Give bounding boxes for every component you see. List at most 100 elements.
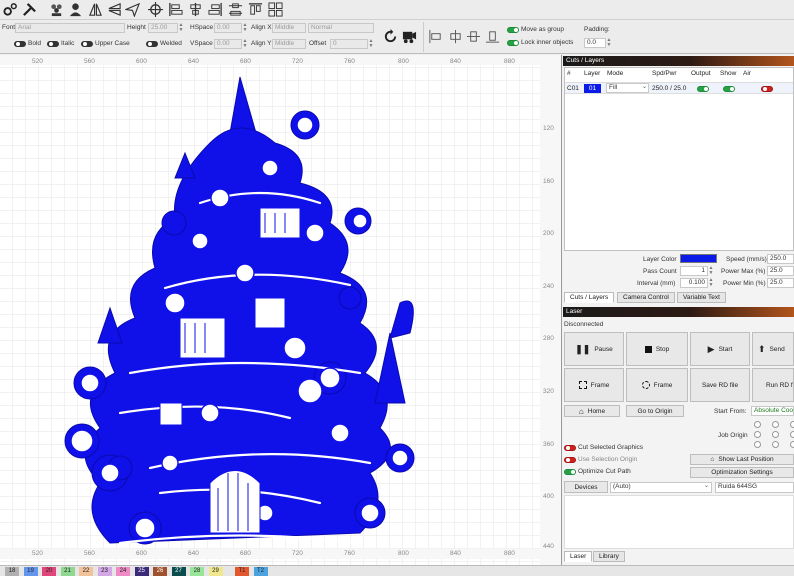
palette-swatch-20[interactable]: 20 <box>42 567 56 576</box>
align-center-icon[interactable] <box>188 2 203 17</box>
welded-toggle[interactable] <box>146 41 158 47</box>
bold-toggle[interactable] <box>14 41 26 47</box>
job-origin-radio-mr[interactable] <box>790 431 794 438</box>
palette-swatch-26[interactable]: 26 <box>153 567 167 576</box>
power-min-input[interactable]: 25.0 <box>767 278 794 288</box>
palette-swatch-19[interactable]: 19 <box>23 567 38 576</box>
gear-cluster-icon[interactable] <box>3 2 18 17</box>
palette-swatch-22[interactable]: 22 <box>79 567 93 576</box>
layer-color-swatch[interactable] <box>680 254 717 263</box>
interval-input[interactable]: 0.100 <box>680 278 708 288</box>
grid-icon[interactable] <box>268 2 283 17</box>
vspace-input[interactable]: 0.00 <box>214 39 242 49</box>
align-top-icon[interactable] <box>248 2 263 17</box>
tab-camera-control[interactable]: Camera Control <box>617 292 675 303</box>
align-right-icon[interactable] <box>208 2 223 17</box>
palette-swatch-25[interactable]: 25 <box>134 567 149 576</box>
vspace-spinner[interactable]: ▲ ▼ <box>242 39 248 49</box>
optimization-settings-button[interactable]: Optimization Settings <box>690 467 794 478</box>
mirror-vertical-icon[interactable] <box>107 2 122 17</box>
aligny-select[interactable]: Middle <box>272 39 306 49</box>
cut-selected-toggle[interactable] <box>564 445 576 451</box>
job-origin-radio-bl[interactable] <box>754 441 761 448</box>
layer-row-color[interactable]: 01 <box>584 84 601 93</box>
layer-show-toggle[interactable] <box>723 86 735 92</box>
tab-variable-text[interactable]: Variable Text <box>677 292 726 303</box>
chevron-down-icon[interactable]: ⌄ <box>642 83 647 90</box>
height-spinner[interactable]: ▲ ▼ <box>178 23 184 33</box>
chevron-down-icon[interactable]: ⌄ <box>704 482 709 489</box>
palette-swatch-21[interactable]: 21 <box>60 567 75 576</box>
tab-library[interactable]: Library <box>593 551 625 562</box>
palette-swatch-18[interactable]: 18 <box>5 567 19 576</box>
frame-button[interactable]: Frame <box>564 368 624 402</box>
rotate-icon[interactable] <box>383 29 398 44</box>
tab-cuts-layers[interactable]: Cuts / Layers <box>564 292 615 303</box>
layer-air-toggle[interactable] <box>761 86 773 92</box>
send-button[interactable]: ⬆ Send <box>752 332 794 366</box>
offset-spinner[interactable]: ▲ ▼ <box>368 39 374 49</box>
job-origin-radio-mc[interactable] <box>772 431 779 438</box>
group-icon[interactable] <box>49 2 64 17</box>
job-origin-radio-bc[interactable] <box>772 441 779 448</box>
devices-button[interactable]: Devices <box>564 481 608 493</box>
frame-circle-button[interactable]: Frame <box>626 368 688 402</box>
tree-house-artwork[interactable] <box>60 73 420 558</box>
offset-input[interactable]: 0 <box>330 39 368 49</box>
job-origin-radio-br[interactable] <box>790 441 794 448</box>
laser-head-icon[interactable] <box>402 29 417 44</box>
tab-laser[interactable]: Laser <box>564 551 593 562</box>
alignx-select[interactable]: Middle <box>272 23 306 33</box>
font-style-select[interactable]: Normal <box>308 23 374 33</box>
target-icon[interactable] <box>148 2 163 17</box>
align-left-edge-icon[interactable] <box>428 29 443 44</box>
layer-output-toggle[interactable] <box>697 86 709 92</box>
palette-swatch-29[interactable]: 29 <box>208 567 223 576</box>
palette-swatch-t2[interactable]: T2 <box>253 567 268 576</box>
save-rd-button[interactable]: Save RD file <box>690 368 750 402</box>
go-to-origin-button[interactable]: Go to Origin <box>626 405 684 417</box>
italic-toggle[interactable] <box>47 41 59 47</box>
optimize-cut-path-toggle[interactable] <box>564 469 576 475</box>
mirror-horizontal-icon[interactable] <box>88 2 103 17</box>
start-from-select[interactable]: Absolute Coords <box>751 406 794 416</box>
align-left-icon[interactable] <box>168 2 183 17</box>
palette-swatch-27[interactable]: 27 <box>171 567 186 576</box>
interval-spinner[interactable]: ▲ ▼ <box>708 278 714 288</box>
hspace-input[interactable]: 0.00 <box>214 23 242 33</box>
user-icon[interactable] <box>68 2 83 17</box>
pass-count-input[interactable]: 1 <box>680 266 708 276</box>
tools-icon[interactable] <box>22 2 37 17</box>
pass-count-spinner[interactable]: ▲ ▼ <box>708 266 714 276</box>
padding-input[interactable]: 0.0 <box>584 38 606 48</box>
lock-inner-toggle[interactable] <box>507 40 519 46</box>
speed-input[interactable]: 250.0 <box>767 254 794 264</box>
palette-swatch-t1[interactable]: T1 <box>235 567 249 576</box>
design-canvas[interactable]: 520 560 600 640 680 720 760 800 840 880 … <box>0 55 562 565</box>
use-selection-origin-toggle[interactable] <box>564 457 576 463</box>
start-button[interactable]: ▶ Start <box>690 332 750 366</box>
palette-swatch-28[interactable]: 28 <box>190 567 204 576</box>
pause-button[interactable]: ❚❚ Pause <box>564 332 624 366</box>
power-max-input[interactable]: 25.0 <box>767 266 794 276</box>
upper-case-toggle[interactable] <box>81 41 93 47</box>
palette-swatch-23[interactable]: 23 <box>97 567 112 576</box>
height-input[interactable]: 25.00 <box>148 23 178 33</box>
home-button[interactable]: ⌂ Home <box>564 405 620 417</box>
show-last-position-button[interactable]: ⌂ Show Last Position <box>690 454 794 465</box>
job-origin-radio-tl[interactable] <box>754 421 761 428</box>
job-origin-radio-tr[interactable] <box>790 421 794 428</box>
align-hcenter-icon[interactable] <box>448 29 463 44</box>
distribute-icon[interactable] <box>228 2 243 17</box>
move-as-group-toggle[interactable] <box>507 27 519 33</box>
font-select[interactable]: Arial <box>15 23 125 33</box>
padding-spinner[interactable]: ▲ ▼ <box>606 38 612 48</box>
send-icon[interactable] <box>125 2 140 17</box>
hspace-spinner[interactable]: ▲ ▼ <box>242 23 248 33</box>
stop-button[interactable]: Stop <box>626 332 688 366</box>
align-vcenter-icon[interactable] <box>466 29 481 44</box>
align-bottom-edge-icon[interactable] <box>485 29 500 44</box>
job-origin-radio-tc[interactable] <box>772 421 779 428</box>
job-origin-radio-ml[interactable] <box>754 431 761 438</box>
device-name-select[interactable]: Ruida 644SG <box>715 482 794 493</box>
